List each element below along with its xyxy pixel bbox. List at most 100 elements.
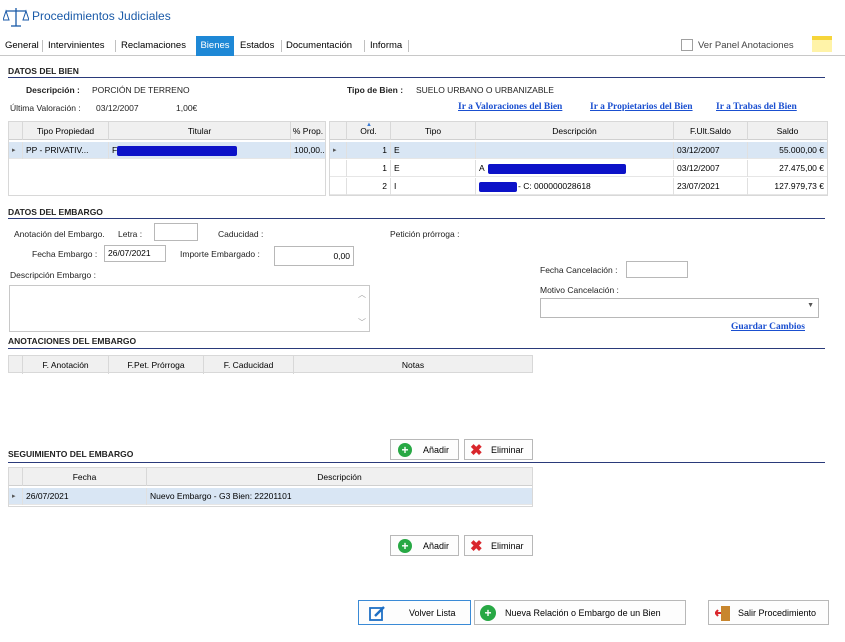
add-document-icon: +	[480, 605, 496, 621]
saldo-desc	[476, 142, 674, 159]
fecha-cancelacion-label: Fecha Cancelación :	[540, 265, 618, 275]
tab-informa[interactable]: Informa	[367, 36, 405, 56]
volver-lista-button[interactable]: Volver Lista	[358, 600, 471, 625]
col-notas[interactable]: Notas	[294, 356, 532, 374]
sort-ascending-icon: ▲	[366, 122, 372, 128]
importe-label: Importe Embargado :	[180, 249, 260, 259]
redaction-block	[479, 182, 517, 192]
scales-of-justice-icon	[3, 8, 29, 27]
col-f-pet-prorroga[interactable]: F.Pet. Prórroga	[109, 356, 204, 374]
annotations-panel-checkbox[interactable]	[681, 39, 693, 51]
motivo-cancelacion-label: Motivo Cancelación :	[540, 285, 619, 295]
row-pointer-icon: ▸	[330, 142, 347, 159]
table-row[interactable]: ▸ PP - PRIVATIV... F 100,00...	[9, 142, 325, 159]
motivo-cancelacion-select[interactable]: ▼	[540, 298, 819, 318]
ultima-valoracion-label: Última Valoración :	[10, 103, 81, 113]
col-saldo[interactable]: Saldo	[748, 122, 827, 140]
section-title-seguimiento: SEGUIMIENTO DEL EMBARGO	[8, 449, 134, 459]
col-tipo[interactable]: Tipo	[391, 122, 476, 140]
ultima-valoracion-amount: 1,00€	[176, 103, 198, 113]
table-row[interactable]: 1 E A 03/12/2007 27.475,00 €	[330, 160, 827, 177]
anotaciones-grid: F. Anotación F.Pet. Prórroga F. Caducida…	[8, 355, 533, 435]
saldos-grid: Ord. ▲ Tipo Descripción F.Ult.Saldo Saldo…	[329, 121, 828, 196]
edit-icon	[369, 606, 385, 621]
importe-field[interactable]: 0,00	[274, 246, 354, 266]
scroll-down-icon[interactable]: ﹀	[358, 317, 366, 328]
seguimiento-add-button[interactable]: + Añadir	[390, 535, 459, 556]
col-f-caducidad[interactable]: F. Caducidad	[204, 356, 294, 374]
title-bar: Procedimientos Judiciales	[0, 0, 845, 36]
tab-bar: General Intervinientes Reclamaciones Bie…	[0, 36, 845, 56]
tab-documentacion[interactable]: Documentación	[283, 36, 355, 56]
saldo-tipo: I	[391, 178, 476, 195]
owners-grid-header: Tipo Propiedad Titular % Prop.	[9, 122, 325, 140]
nueva-relacion-button[interactable]: + Nueva Relación o Embargo de un Bien	[474, 600, 686, 625]
anotacion-label: Anotación del Embargo.	[14, 229, 105, 239]
tab-estados[interactable]: Estados	[237, 36, 277, 56]
anotaciones-add-button[interactable]: + Añadir	[390, 439, 459, 460]
letra-input[interactable]	[154, 223, 198, 241]
delete-x-icon: ✖	[470, 538, 483, 555]
descripcion-label: Descripción :	[26, 85, 80, 95]
owners-grid: Tipo Propiedad Titular % Prop. ▸ PP - PR…	[8, 121, 326, 196]
saldo-tipo: E	[391, 160, 476, 177]
tab-reclamaciones[interactable]: Reclamaciones	[118, 36, 189, 56]
table-row[interactable]: 2 I - C: 000000028618 23/07/2021 127.979…	[330, 178, 827, 195]
col-tipo-propiedad[interactable]: Tipo Propiedad	[23, 122, 109, 140]
fecha-embargo-label: Fecha Embargo :	[32, 249, 98, 259]
scroll-up-icon[interactable]: ︿	[358, 289, 366, 300]
seguimiento-desc: Nuevo Embargo - G3 Bien: 22201101	[150, 491, 292, 501]
tipo-bien-value: SUELO URBANO O URBANIZABLE	[416, 85, 554, 95]
salir-procedimiento-button[interactable]: Salir Procedimiento	[708, 600, 829, 625]
saldo-amount: 27.475,00 €	[779, 163, 824, 173]
redaction-block	[117, 146, 237, 156]
seguimiento-delete-button[interactable]: ✖ Eliminar	[464, 535, 533, 556]
col-f-anotacion[interactable]: F. Anotación	[23, 356, 109, 374]
fecha-embargo-field[interactable]: 26/07/2021	[104, 245, 166, 262]
caducidad-label: Caducidad :	[218, 229, 264, 239]
saldo-ord: 1	[347, 160, 391, 177]
saldo-tipo: E	[391, 142, 476, 159]
guardar-cambios-link[interactable]: Guardar Cambios	[731, 322, 805, 332]
saldo-fecha: 03/12/2007	[674, 160, 748, 177]
owner-prop: 100,00...	[294, 145, 325, 155]
descripcion-embargo-label: Descripción Embargo :	[10, 270, 96, 280]
exit-door-icon	[715, 606, 730, 621]
col-titular[interactable]: Titular	[109, 122, 291, 140]
sticky-note-icon[interactable]	[812, 36, 832, 52]
col-fult-saldo[interactable]: F.Ult.Saldo	[674, 122, 748, 140]
link-trabas[interactable]: Ir a Trabas del Bien	[716, 102, 797, 112]
plus-icon: +	[398, 443, 412, 457]
section-title-embargo: DATOS DEL EMBARGO	[8, 207, 103, 217]
section-title-anotaciones: ANOTACIONES DEL EMBARGO	[8, 336, 137, 346]
section-divider	[8, 218, 825, 219]
section-title-datos-bien: DATOS DEL BIEN	[8, 66, 79, 76]
tab-intervinientes[interactable]: Intervinientes	[45, 36, 108, 56]
tipo-bien-label: Tipo de Bien :	[347, 85, 404, 95]
peticion-prorroga-label: Petición prórroga :	[390, 229, 460, 239]
section-divider	[8, 77, 825, 78]
tab-bienes[interactable]: Bienes	[196, 36, 234, 56]
descripcion-embargo-textarea[interactable]: ︿ ﹀	[9, 285, 370, 332]
delete-x-icon: ✖	[470, 442, 483, 459]
table-row[interactable]: ▸ 26/07/2021 Nuevo Embargo - G3 Bien: 22…	[9, 488, 532, 505]
letra-label: Letra :	[118, 229, 143, 239]
col-descripcion[interactable]: Descripción	[476, 122, 674, 140]
col-descripcion[interactable]: Descripción	[147, 468, 532, 486]
app-title: Procedimientos Judiciales	[32, 9, 171, 23]
saldo-ord: 2	[347, 178, 391, 195]
chevron-down-icon: ▼	[807, 302, 814, 309]
link-propietarios[interactable]: Ir a Propietarios del Bien	[590, 102, 693, 112]
col-ord[interactable]: Ord. ▲	[347, 122, 391, 140]
col-prop[interactable]: % Prop.	[291, 122, 325, 140]
anotaciones-delete-button[interactable]: ✖ Eliminar	[464, 439, 533, 460]
redaction-block	[488, 164, 626, 174]
seguimiento-grid-header: Fecha Descripción	[9, 468, 532, 486]
fecha-cancelacion-field[interactable]	[626, 261, 688, 278]
row-pointer-icon: ▸	[9, 488, 23, 505]
saldos-grid-header: Ord. ▲ Tipo Descripción F.Ult.Saldo Saldo	[330, 122, 827, 140]
link-valoraciones[interactable]: Ir a Valoraciones del Bien	[458, 102, 562, 112]
tab-general[interactable]: General	[2, 36, 42, 56]
col-fecha[interactable]: Fecha	[23, 468, 147, 486]
table-row[interactable]: ▸ 1 E 03/12/2007 55.000,00 €	[330, 142, 827, 159]
